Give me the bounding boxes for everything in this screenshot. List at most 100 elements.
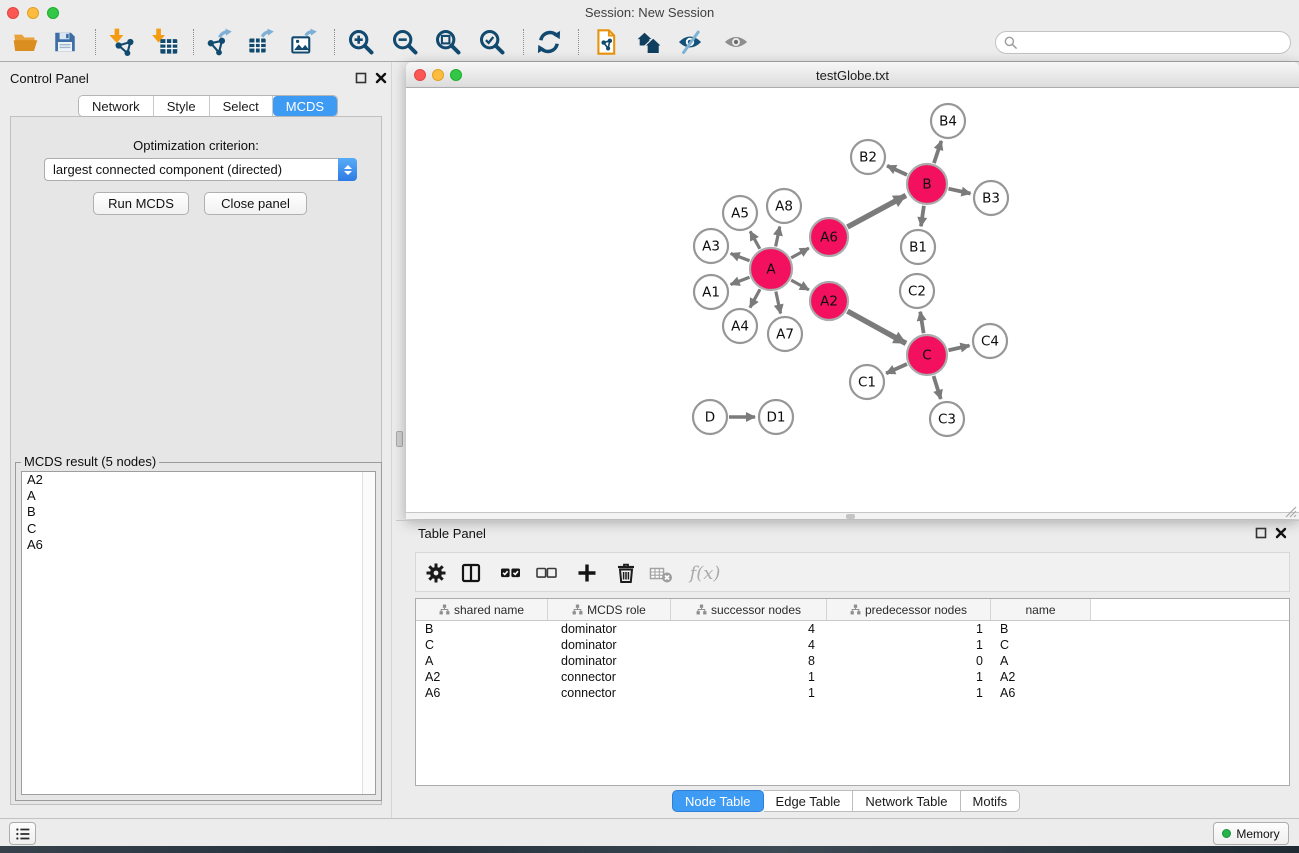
tab-motifs[interactable]: Motifs [961, 790, 1021, 812]
tab-style[interactable]: Style [154, 96, 210, 116]
table-row[interactable]: Adominator80A [416, 653, 1289, 669]
function-builder-button[interactable]: f(x) [688, 557, 722, 589]
resize-grip-icon[interactable] [1284, 506, 1297, 518]
result-list-item[interactable]: A [22, 488, 375, 504]
table-cell[interactable]: C [991, 637, 1091, 653]
graph-node-C2[interactable]: C2 [900, 274, 934, 308]
float-panel-icon[interactable] [1255, 527, 1267, 539]
tab-node-table[interactable]: Node Table [672, 790, 764, 812]
graph-edge-C-C2[interactable] [920, 312, 923, 334]
graph-node-A6[interactable]: A6 [810, 218, 848, 256]
graph-edge-B-B4[interactable] [934, 141, 941, 163]
delete-table-button[interactable] [644, 557, 678, 589]
optimization-criterion-select[interactable]: largest connected component (directed) [44, 158, 357, 181]
graph-edge-C-C1[interactable] [886, 364, 907, 373]
table-cell[interactable]: connector [548, 669, 671, 685]
tab-network-table[interactable]: Network Table [853, 790, 960, 812]
graph-edge-A-A1[interactable] [731, 277, 750, 284]
graph-edge-A-A3[interactable] [731, 254, 750, 261]
graph-edge-A6-B[interactable] [847, 195, 905, 227]
graph-node-C3[interactable]: C3 [930, 402, 964, 436]
table-cell[interactable]: connector [548, 685, 671, 701]
toolbar-search[interactable] [995, 31, 1291, 54]
table-cell[interactable]: A [416, 653, 548, 669]
table-cell[interactable]: 4 [671, 621, 827, 637]
column-header-successor-nodes[interactable]: successor nodes [671, 599, 827, 620]
task-history-button[interactable] [9, 822, 36, 845]
import-table-button[interactable] [148, 26, 182, 58]
save-session-button[interactable] [48, 26, 82, 58]
table-cell[interactable]: A6 [991, 685, 1091, 701]
graph-edge-A-A7[interactable] [776, 291, 781, 313]
table-cell[interactable]: A [991, 653, 1091, 669]
table-cell[interactable]: 1 [827, 685, 991, 701]
close-panel-button[interactable]: Close panel [204, 192, 307, 215]
graph-node-A5[interactable]: A5 [723, 196, 757, 230]
result-list-scrollbar[interactable] [362, 472, 375, 794]
graph-node-B4[interactable]: B4 [931, 104, 965, 138]
graph-node-C[interactable]: C [907, 335, 947, 375]
table-cell[interactable]: C [416, 637, 548, 653]
network-hscrollbar-thumb[interactable] [846, 514, 855, 519]
result-list-item[interactable]: B [22, 504, 375, 520]
search-input[interactable] [1022, 36, 1282, 50]
table-row[interactable]: Cdominator41C [416, 637, 1289, 653]
table-cell[interactable]: A6 [416, 685, 548, 701]
column-header-name[interactable]: name [991, 599, 1091, 620]
show-all-button[interactable] [719, 26, 753, 58]
graph-edge-A-A2[interactable] [791, 280, 809, 290]
graph-node-B2[interactable]: B2 [851, 140, 885, 174]
table-cell[interactable]: B [416, 621, 548, 637]
table-cell[interactable]: dominator [548, 637, 671, 653]
network-canvas[interactable]: B4B2BB3A8A5A6A3B1AA1C2A2A4A7C4CC1C3DD1 [406, 88, 1299, 512]
graph-node-A7[interactable]: A7 [768, 317, 802, 351]
graph-edge-C-C4[interactable] [948, 346, 969, 351]
import-network-button[interactable] [104, 26, 138, 58]
graph-edge-A-A6[interactable] [791, 248, 809, 258]
float-panel-icon[interactable] [355, 72, 367, 84]
deselect-all-columns-button[interactable] [529, 557, 563, 589]
zoom-fit-button[interactable] [431, 26, 465, 58]
graph-node-A2[interactable]: A2 [810, 282, 848, 320]
result-list-item[interactable]: A6 [22, 537, 375, 553]
table-row[interactable]: Bdominator41B [416, 621, 1289, 637]
delete-column-button[interactable] [608, 557, 642, 589]
network-hscrollbar[interactable] [406, 512, 1299, 519]
graph-edge-B-B3[interactable] [948, 189, 970, 194]
table-row[interactable]: A6connector11A6 [416, 685, 1289, 701]
table-cell[interactable]: A2 [991, 669, 1091, 685]
table-cell[interactable]: 1 [827, 669, 991, 685]
graph-node-A3[interactable]: A3 [694, 229, 728, 263]
table-cell[interactable]: 8 [671, 653, 827, 669]
graph-node-A4[interactable]: A4 [723, 309, 757, 343]
hide-selected-button[interactable] [673, 26, 707, 58]
graph-edge-A-A5[interactable] [750, 231, 760, 249]
apply-layout-button[interactable] [631, 26, 665, 58]
table-row[interactable]: A2connector11A2 [416, 669, 1289, 685]
graph-node-A[interactable]: A [750, 248, 792, 290]
graph-edge-A-A4[interactable] [750, 289, 760, 307]
clone-network-button[interactable] [589, 26, 623, 58]
column-header-shared-name[interactable]: shared name [416, 599, 548, 620]
graph-edge-B-B1[interactable] [921, 206, 924, 226]
table-cell[interactable]: 1 [671, 669, 827, 685]
table-options-button[interactable] [419, 557, 453, 589]
show-columns-button[interactable] [454, 557, 488, 589]
refresh-button[interactable] [532, 26, 566, 58]
result-list-item[interactable]: A2 [22, 472, 375, 488]
column-header-predecessor-nodes[interactable]: predecessor nodes [827, 599, 991, 620]
graph-edge-C-C3[interactable] [934, 376, 941, 399]
result-list-item[interactable]: C [22, 521, 375, 537]
close-panel-icon[interactable] [1275, 527, 1287, 539]
table-cell[interactable]: dominator [548, 621, 671, 637]
select-all-columns-button[interactable] [493, 557, 527, 589]
table-cell[interactable]: 1 [827, 637, 991, 653]
zoom-out-button[interactable] [388, 26, 422, 58]
table-cell[interactable]: 0 [827, 653, 991, 669]
create-column-button[interactable] [570, 557, 604, 589]
table-cell[interactable]: B [991, 621, 1091, 637]
table-cell[interactable]: dominator [548, 653, 671, 669]
tab-select[interactable]: Select [210, 96, 273, 116]
graph-edge-A2-C[interactable] [847, 311, 906, 343]
graph-node-A1[interactable]: A1 [694, 275, 728, 309]
